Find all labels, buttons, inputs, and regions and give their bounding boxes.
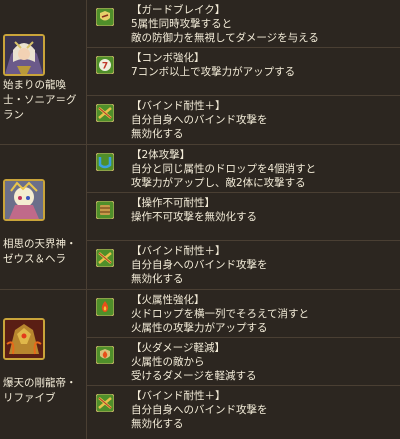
unmovable-resist-icon[interactable] bbox=[96, 201, 114, 219]
monster-name-line: 始まりの龍喚 bbox=[3, 79, 66, 91]
awakening-item: 【火ダメージ軽減】 火属性の敵から 受けるダメージを軽減する bbox=[87, 338, 400, 386]
combo-boost-7-icon[interactable]: 7 bbox=[96, 56, 114, 74]
monster-cell: 相思の天界神・ ゼウス＆ヘラ bbox=[0, 145, 87, 289]
fire-damage-reduce-icon[interactable] bbox=[96, 346, 114, 364]
awakening-item: 【バインド耐性＋】 自分自身へのバインド攻撃を 無効化する bbox=[87, 96, 400, 143]
awakening-desc: 7コンボ以上で攻撃力がアップする bbox=[131, 66, 296, 78]
awakening-desc: 自分と同じ属性のドロップを4個消すと bbox=[131, 163, 317, 175]
awakening-title: 【コンボ強化】 bbox=[131, 52, 205, 64]
monster-cell: 爆天の剛龍帝・ リファイブ bbox=[0, 290, 87, 439]
awakening-desc: 無効化する bbox=[131, 418, 184, 430]
monster-name-line: ゼウス＆ヘラ bbox=[3, 253, 66, 265]
awakening-list: 【2体攻撃】 自分と同じ属性のドロップを4個消すと 攻撃力がアップし、敵2体に攻… bbox=[87, 145, 400, 289]
awakening-item: 【ガードブレイク】 5属性同時攻撃すると 敵の防御力を無視してダメージを与える bbox=[87, 0, 400, 48]
awakening-desc: 火属性の攻撃力がアップする bbox=[131, 322, 268, 334]
monster-name-line: 士・ソニア＝グ bbox=[3, 94, 77, 106]
awakening-title: 【バインド耐性＋】 bbox=[131, 100, 226, 112]
monster-row: 相思の天界神・ ゼウス＆ヘラ 【2体攻撃】 自分と同じ属性のドロップを4個消すと… bbox=[0, 145, 400, 290]
two-body-attack-icon[interactable] bbox=[96, 153, 114, 171]
awakening-desc: 受けるダメージを軽減する bbox=[131, 370, 257, 382]
awakening-item: 【バインド耐性＋】 自分自身へのバインド攻撃を 無効化する bbox=[87, 386, 400, 433]
awakening-list: 【ガードブレイク】 5属性同時攻撃すると 敵の防御力を無視してダメージを与える … bbox=[87, 0, 400, 144]
awakening-title: 【バインド耐性＋】 bbox=[131, 245, 226, 257]
awakening-desc: 自分自身へのバインド攻撃を bbox=[131, 404, 268, 416]
awakening-title: 【火属性強化】 bbox=[131, 294, 205, 306]
awakening-list: 【火属性強化】 火ドロップを横一列でそろえて消すと 火属性の攻撃力がアップする … bbox=[87, 290, 400, 439]
awakening-title: 【火ダメージ軽減】 bbox=[131, 342, 225, 354]
awakening-item: 7 【コンボ強化】 7コンボ以上で攻撃力がアップする bbox=[87, 48, 400, 96]
monster-name-line: 相思の天界神・ bbox=[3, 238, 77, 250]
awakening-title: 【バインド耐性＋】 bbox=[131, 390, 226, 402]
monster-name: 相思の天界神・ ゼウス＆ヘラ bbox=[3, 237, 85, 267]
awakening-desc: 自分自身へのバインド攻撃を bbox=[131, 259, 268, 271]
awakening-item: 【バインド耐性＋】 自分自身へのバインド攻撃を 無効化する bbox=[87, 241, 400, 288]
monster-cell: 始まりの龍喚 士・ソニア＝グ ラン bbox=[0, 0, 87, 144]
fire-row-enhance-icon[interactable] bbox=[96, 298, 114, 316]
awakening-desc: 操作不可攻撃を無効化する bbox=[131, 211, 257, 223]
monster-name-line: ラン bbox=[3, 109, 24, 121]
awakening-desc: 敵の防御力を無視してダメージを与える bbox=[131, 32, 319, 44]
monster-name-line: リファイブ bbox=[3, 392, 56, 404]
awakening-desc: 無効化する bbox=[131, 273, 184, 285]
awakening-item: 【操作不可耐性】 操作不可攻撃を無効化する bbox=[87, 193, 400, 241]
monster-portrait-sonia[interactable] bbox=[3, 34, 45, 76]
monster-portrait-refive[interactable] bbox=[3, 318, 45, 360]
awakening-table: 始まりの龍喚 士・ソニア＝グ ラン 【ガードブレイク】 5属性同時攻撃すると 敵… bbox=[0, 0, 400, 439]
bind-resist-plus-icon[interactable] bbox=[96, 249, 114, 267]
monster-name: 爆天の剛龍帝・ リファイブ bbox=[3, 376, 85, 406]
monster-name-line: 爆天の剛龍帝・ bbox=[3, 377, 77, 389]
bind-resist-plus-icon[interactable] bbox=[96, 394, 114, 412]
monster-row: 爆天の剛龍帝・ リファイブ 【火属性強化】 火ドロップを横一列でそろえて消すと … bbox=[0, 290, 400, 439]
bind-resist-plus-icon[interactable] bbox=[96, 104, 114, 122]
awakening-item: 【火属性強化】 火ドロップを横一列でそろえて消すと 火属性の攻撃力がアップする bbox=[87, 290, 400, 338]
monster-name: 始まりの龍喚 士・ソニア＝グ ラン bbox=[3, 78, 85, 123]
guard-break-icon[interactable] bbox=[96, 8, 114, 26]
awakening-desc: 火ドロップを横一列でそろえて消すと bbox=[131, 308, 309, 320]
awakening-desc: 自分自身へのバインド攻撃を bbox=[131, 114, 268, 126]
awakening-title: 【ガードブレイク】 bbox=[131, 4, 226, 16]
awakening-title: 【2体攻撃】 bbox=[131, 149, 191, 161]
awakening-desc: 攻撃力がアップし、敵2体に攻撃する bbox=[131, 177, 306, 189]
monster-portrait-zeus-hera[interactable] bbox=[3, 179, 45, 221]
awakening-desc: 5属性同時攻撃すると bbox=[131, 18, 233, 30]
awakening-desc: 火属性の敵から bbox=[131, 356, 205, 368]
awakening-title: 【操作不可耐性】 bbox=[131, 197, 215, 209]
awakening-desc: 無効化する bbox=[131, 128, 184, 140]
monster-row: 始まりの龍喚 士・ソニア＝グ ラン 【ガードブレイク】 5属性同時攻撃すると 敵… bbox=[0, 0, 400, 145]
awakening-item: 【2体攻撃】 自分と同じ属性のドロップを4個消すと 攻撃力がアップし、敵2体に攻… bbox=[87, 145, 400, 193]
svg-text:7: 7 bbox=[102, 62, 108, 72]
